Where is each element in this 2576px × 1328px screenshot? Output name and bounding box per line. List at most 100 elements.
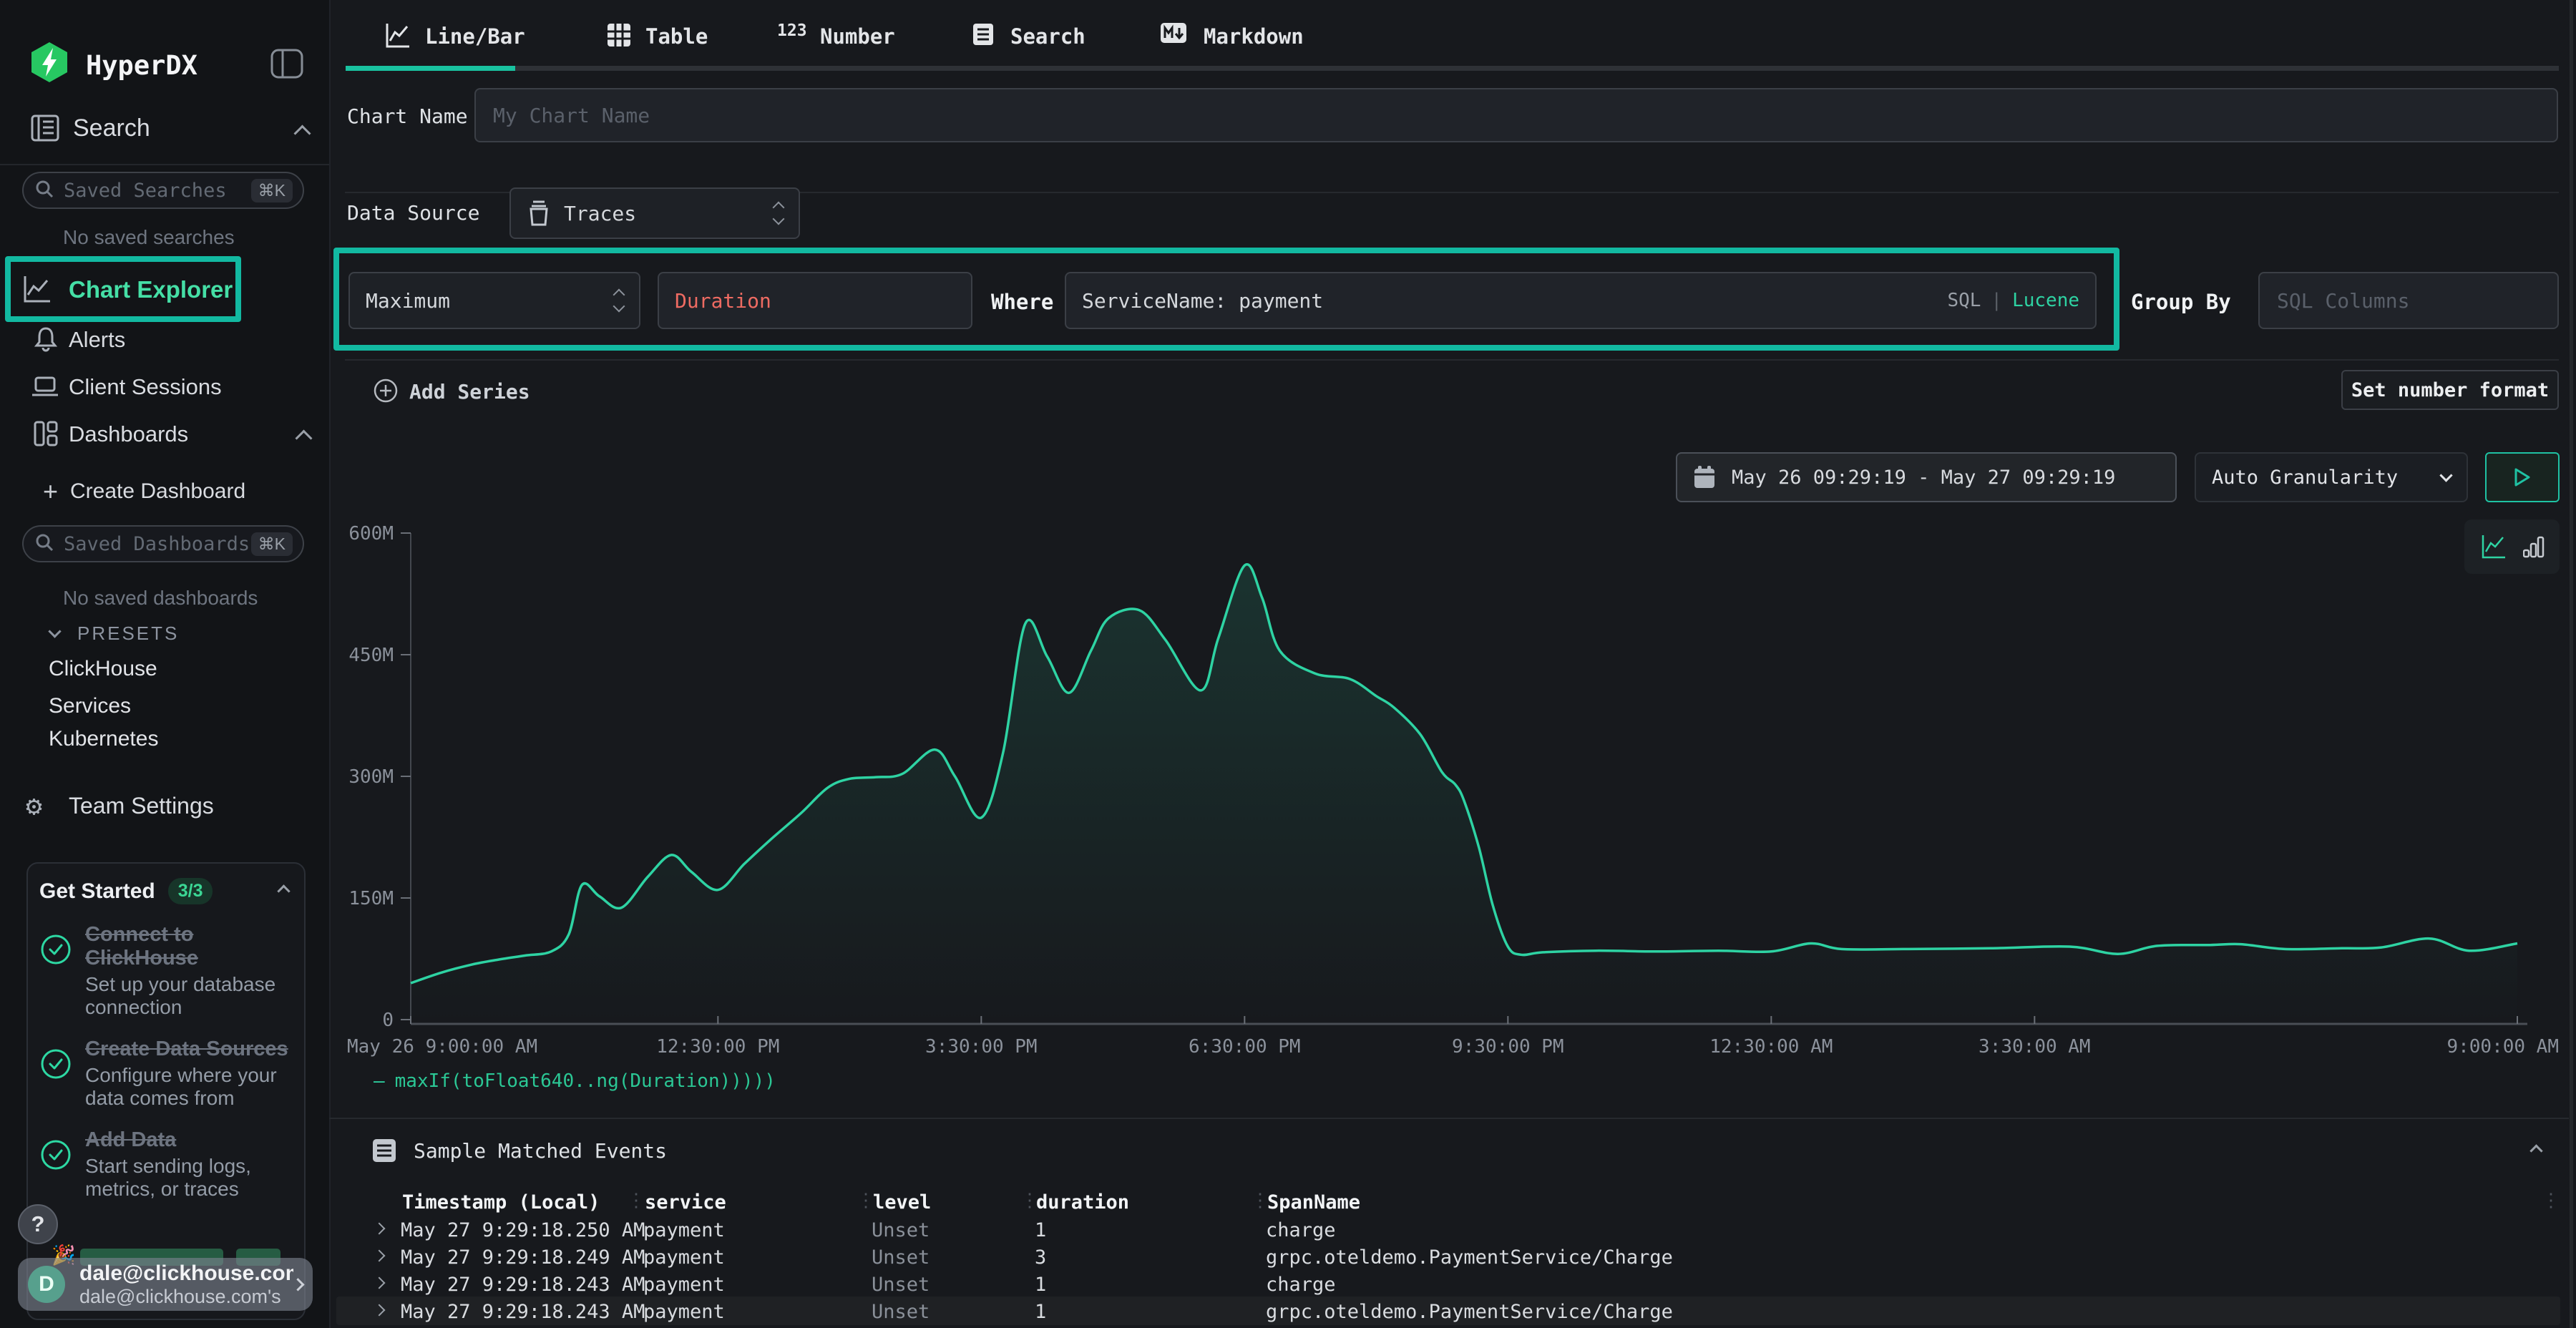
chart-legend: — maxIf(toFloat640..ng(Duration))))) — [374, 1070, 776, 1092]
svg-text:0: 0 — [382, 1010, 394, 1031]
sidebar-item-chart-explorer[interactable]: Chart Explorer — [69, 276, 233, 303]
event-cell[interactable]: 3 — [1035, 1246, 1046, 1269]
sidebar-item-dashboards[interactable]: Dashboards — [69, 421, 188, 447]
get-started-item[interactable]: Connect to ClickHouseSet up your databas… — [39, 923, 293, 1019]
events-collapse-icon[interactable] — [2529, 1144, 2542, 1157]
user-subtitle: dale@clickhouse.com's — [79, 1286, 293, 1308]
events-col-header-spanname[interactable]: SpanName — [1267, 1191, 1360, 1214]
shortcut-badge: ⌘K — [251, 532, 293, 556]
create-dashboard-button[interactable]: Create Dashboard — [70, 479, 245, 504]
saved-dashboards-input[interactable]: Saved Dashboards ⌘K — [22, 525, 304, 562]
events-section-icon — [370, 1136, 399, 1168]
user-menu[interactable]: D dale@clickhouse.com dale@clickhouse.co… — [18, 1258, 313, 1311]
chart-explorer-icon — [21, 273, 53, 308]
event-cell[interactable]: May 27 9:29:18.243 AM — [401, 1301, 645, 1323]
tab-search[interactable]: Search — [1010, 24, 1085, 49]
check-circle-icon — [39, 923, 85, 1019]
preset-item-kubernetes[interactable]: Kubernetes — [49, 727, 158, 751]
scrollbar[interactable] — [2570, 0, 2573, 1328]
user-email: dale@clickhouse.com — [79, 1261, 293, 1286]
search-collapse-icon[interactable] — [293, 125, 311, 142]
svg-text:6:30:00 PM: 6:30:00 PM — [1189, 1036, 1301, 1058]
svg-text:600M: 600M — [348, 523, 394, 545]
events-col-header-timestamplocal[interactable]: Timestamp (Local) — [402, 1191, 600, 1214]
get-started-collapse-icon[interactable] — [277, 884, 290, 897]
database-icon — [527, 200, 551, 227]
no-saved-searches-note: No saved searches — [63, 226, 235, 249]
group-by-input-wrap — [2258, 272, 2559, 329]
event-cell[interactable]: payment — [643, 1301, 725, 1323]
event-cell[interactable]: May 27 9:29:18.250 AM — [401, 1219, 645, 1241]
events-col-header-service[interactable]: service — [645, 1191, 726, 1214]
event-cell[interactable]: 1 — [1035, 1301, 1046, 1323]
add-series-button[interactable]: Add Series — [409, 380, 530, 404]
event-cell[interactable]: Unset — [872, 1274, 930, 1296]
chart-name-input-wrap — [474, 88, 2558, 142]
sidebar-item-search[interactable]: Search — [73, 114, 150, 142]
events-col-header-duration[interactable]: duration — [1036, 1191, 1129, 1214]
get-started-item-title: Add Data — [85, 1128, 293, 1152]
shortcut-badge: ⌘K — [251, 179, 293, 202]
legend-label: maxIf(toFloat640..ng(Duration))))) — [395, 1070, 776, 1092]
svg-text:300M: 300M — [348, 766, 394, 788]
tab-markdown[interactable]: Markdown — [1204, 24, 1304, 49]
date-range-value: May 26 09:29:19 - May 27 09:29:19 — [1732, 467, 2115, 489]
tab-table[interactable]: Table — [645, 24, 708, 49]
get-started-item-desc: Set up your database connection — [85, 973, 293, 1019]
column-drag-handle-icon[interactable]: ⋮ — [1251, 1190, 1269, 1211]
event-cell[interactable]: charge — [1266, 1219, 1336, 1241]
data-source-select[interactable]: Traces — [509, 187, 800, 239]
event-cell[interactable]: 1 — [1035, 1219, 1046, 1241]
sidebar-item-team-settings[interactable]: Team Settings — [69, 793, 214, 819]
preset-item-clickhouse[interactable]: ClickHouse — [49, 657, 157, 681]
event-cell[interactable]: grpc.oteldemo.PaymentService/Charge — [1266, 1246, 1673, 1269]
group-by-input[interactable] — [2275, 288, 2542, 313]
help-button[interactable]: ? — [18, 1204, 58, 1244]
event-cell[interactable]: charge — [1266, 1274, 1336, 1296]
event-cell[interactable]: 1 — [1035, 1274, 1046, 1296]
column-drag-handle-icon[interactable]: ⋮ — [627, 1190, 645, 1211]
search-section-icon — [30, 113, 60, 146]
saved-searches-input[interactable]: Saved Searches ⌘K — [22, 172, 304, 209]
tab-number[interactable]: Number — [820, 24, 895, 49]
app-title: HyperDX — [86, 50, 197, 81]
sidebar: HyperDX Search Saved Searches ⌘K No save… — [0, 0, 331, 1328]
presets-chevron-icon[interactable] — [48, 625, 61, 638]
dashboards-collapse-icon[interactable] — [295, 429, 312, 446]
event-cell[interactable]: payment — [643, 1219, 725, 1241]
column-drag-handle-icon[interactable]: ⋮ — [857, 1190, 875, 1211]
tabs-underline-track — [346, 66, 2559, 71]
sidebar-item-client-sessions[interactable]: Client Sessions — [69, 374, 222, 400]
get-started-item[interactable]: Create Data SourcesConfigure where your … — [39, 1038, 293, 1110]
event-cell[interactable]: May 27 9:29:18.249 AM — [401, 1246, 645, 1269]
event-cell[interactable]: payment — [643, 1246, 725, 1269]
collapse-sidebar-icon[interactable] — [270, 47, 303, 83]
set-number-format-button[interactable]: Set number format — [2341, 370, 2559, 410]
expand-row-icon[interactable] — [374, 1277, 386, 1289]
chart-name-input[interactable] — [492, 103, 2541, 128]
preset-item-services[interactable]: Services — [49, 694, 131, 718]
event-cell[interactable]: grpc.oteldemo.PaymentService/Charge — [1266, 1301, 1673, 1323]
svg-text:3:30:00 AM: 3:30:00 AM — [1979, 1036, 2091, 1058]
plus-icon: + — [43, 477, 58, 507]
get-started-item-text: Add DataStart sending logs, metrics, or … — [85, 1128, 293, 1201]
client-sessions-icon — [30, 372, 60, 405]
events-col-header-level[interactable]: level — [873, 1191, 931, 1214]
event-cell[interactable]: Unset — [872, 1301, 930, 1323]
event-cell[interactable]: Unset — [872, 1246, 930, 1269]
get-started-title: Get Started — [39, 879, 155, 904]
events-section-title: Sample Matched Events — [414, 1139, 667, 1163]
expand-row-icon[interactable] — [374, 1223, 386, 1235]
column-drag-handle-icon[interactable]: ⋮ — [2542, 1190, 2560, 1211]
event-cell[interactable]: payment — [643, 1274, 725, 1296]
presets-header[interactable]: PRESETS — [77, 622, 179, 645]
column-drag-handle-icon[interactable]: ⋮ — [1020, 1190, 1039, 1211]
legend-swatch: — — [374, 1070, 385, 1092]
get-started-item[interactable]: Add DataStart sending logs, metrics, or … — [39, 1128, 293, 1201]
event-cell[interactable]: May 27 9:29:18.243 AM — [401, 1274, 645, 1296]
expand-row-icon[interactable] — [374, 1250, 386, 1262]
event-cell[interactable]: Unset — [872, 1219, 930, 1241]
sidebar-item-alerts[interactable]: Alerts — [69, 327, 125, 353]
tab-linebar[interactable]: Line/Bar — [425, 24, 525, 49]
timeseries-chart[interactable]: 0150M300M450M600MMay 26 9:00:00 AM12:30:… — [329, 494, 2576, 1073]
